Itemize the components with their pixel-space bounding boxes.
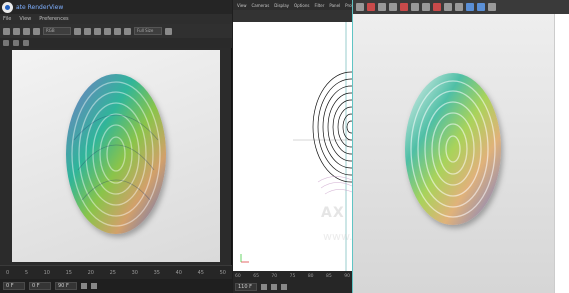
playback-bar: 110 F — [235, 282, 350, 292]
tick-label: 40 — [175, 269, 182, 276]
tick-label: 65 — [253, 273, 259, 279]
timeline-ruler[interactable]: 60 65 70 75 80 85 90 — [235, 271, 350, 281]
window-title: ate RenderView — [16, 3, 64, 11]
viewport-menu-bar: View Cameras Display Options Filter Pane… — [233, 0, 366, 10]
tick-label: 5 — [24, 269, 28, 276]
playback-bar: 0 F 0 F 90 F — [0, 279, 232, 293]
info-icon[interactable] — [23, 40, 29, 46]
tick-label: 70 — [271, 273, 278, 279]
tick-label: 85 — [326, 273, 332, 279]
editor-viewport-window: View Cameras Display Options Filter Pane… — [233, 0, 412, 293]
snapshot-icon[interactable] — [124, 27, 131, 35]
forward-icon[interactable] — [281, 284, 287, 290]
compare-icon[interactable] — [114, 27, 121, 35]
tick-label: 25 — [109, 269, 116, 276]
menu-file[interactable]: File — [3, 16, 11, 22]
zoom-out-icon[interactable] — [455, 3, 463, 11]
max-frame-field[interactable]: 110 F — [235, 283, 257, 291]
render-icon[interactable] — [13, 27, 20, 35]
layers-icon[interactable] — [13, 40, 19, 46]
tick-label: 45 — [197, 269, 204, 276]
zoom-in-icon[interactable] — [444, 3, 452, 11]
record-icon[interactable] — [91, 283, 97, 289]
eye-icon[interactable] — [488, 3, 496, 11]
tick-label: 10 — [43, 269, 50, 276]
compare-icon[interactable] — [433, 3, 441, 11]
settings-icon[interactable] — [165, 27, 172, 35]
pan-icon[interactable] — [104, 27, 111, 35]
play-icon[interactable] — [271, 284, 277, 290]
render-subtoolbar — [0, 38, 232, 48]
lock-icon[interactable] — [74, 27, 81, 35]
menu-view[interactable]: View — [237, 3, 247, 8]
copy-icon[interactable] — [389, 3, 397, 11]
camera-icon[interactable] — [3, 27, 10, 35]
tick-label: 60 — [235, 273, 241, 279]
app-logo-icon — [2, 1, 13, 13]
menu-panel[interactable]: Panel — [329, 3, 340, 8]
fingerprint-render-image — [66, 74, 166, 234]
preview-toolbar — [353, 0, 569, 14]
tick-label: 30 — [131, 269, 138, 276]
tick-label: 80 — [307, 273, 314, 279]
tick-label: 20 — [87, 269, 94, 276]
gear-icon[interactable] — [400, 3, 408, 11]
current-frame-field[interactable]: 0 F — [29, 282, 51, 290]
render-viewport[interactable] — [12, 50, 220, 262]
zoom-icon[interactable] — [94, 27, 101, 35]
histogram-icon[interactable] — [411, 3, 419, 11]
rewind-icon[interactable] — [261, 284, 267, 290]
render-preview-viewport[interactable] — [353, 14, 554, 293]
menu-cameras[interactable]: Cameras — [252, 3, 270, 8]
menu-options[interactable]: Options — [294, 3, 309, 8]
render-toolbar: RGB Full Size — [0, 24, 232, 38]
app-root: ate RenderView File View Preferences RGB… — [0, 0, 569, 293]
menu-display[interactable]: Display — [274, 3, 289, 8]
render-view-window: ate RenderView File View Preferences RGB… — [0, 0, 232, 293]
timeline-ruler[interactable]: 0 5 10 15 20 25 30 35 40 45 50 — [0, 265, 232, 279]
preview-sidebar — [554, 14, 569, 293]
tick-label: 50 — [219, 269, 226, 276]
title-bar: ate RenderView — [0, 0, 232, 14]
render-preview-window — [352, 0, 569, 293]
size-select[interactable]: Full Size — [134, 27, 162, 35]
grid-icon[interactable] — [3, 40, 9, 46]
tick-label: 0 — [6, 269, 10, 276]
menu-bar: File View Preferences — [0, 14, 232, 24]
fingerprint-render-preview-image — [405, 73, 501, 225]
render-icon[interactable] — [356, 3, 364, 11]
viewport-toolbar — [233, 10, 352, 22]
menu-view[interactable]: View — [19, 16, 31, 22]
menu-filter[interactable]: Filter — [314, 3, 324, 8]
tick-label: 90 — [344, 273, 350, 279]
start-frame-field[interactable]: 0 F — [3, 282, 25, 290]
save-icon[interactable] — [33, 27, 40, 35]
fit-icon[interactable] — [466, 3, 474, 11]
watermark-text: AX — [321, 205, 345, 221]
tick-label: 75 — [289, 273, 296, 279]
save-icon[interactable] — [378, 3, 386, 11]
stop-icon[interactable] — [367, 3, 375, 11]
menu-preferences[interactable]: Preferences — [39, 16, 68, 22]
axis-gizmo-icon — [240, 254, 249, 263]
channel-select[interactable]: RGB — [43, 27, 71, 35]
tick-label: 15 — [65, 269, 72, 276]
end-frame-field[interactable]: 90 F — [55, 282, 77, 290]
tick-label: 35 — [153, 269, 160, 276]
region-icon[interactable] — [84, 27, 91, 35]
stop-icon[interactable] — [23, 27, 30, 35]
play-icon[interactable] — [81, 283, 87, 289]
grid-icon[interactable] — [477, 3, 485, 11]
snapshot-icon[interactable] — [422, 3, 430, 11]
